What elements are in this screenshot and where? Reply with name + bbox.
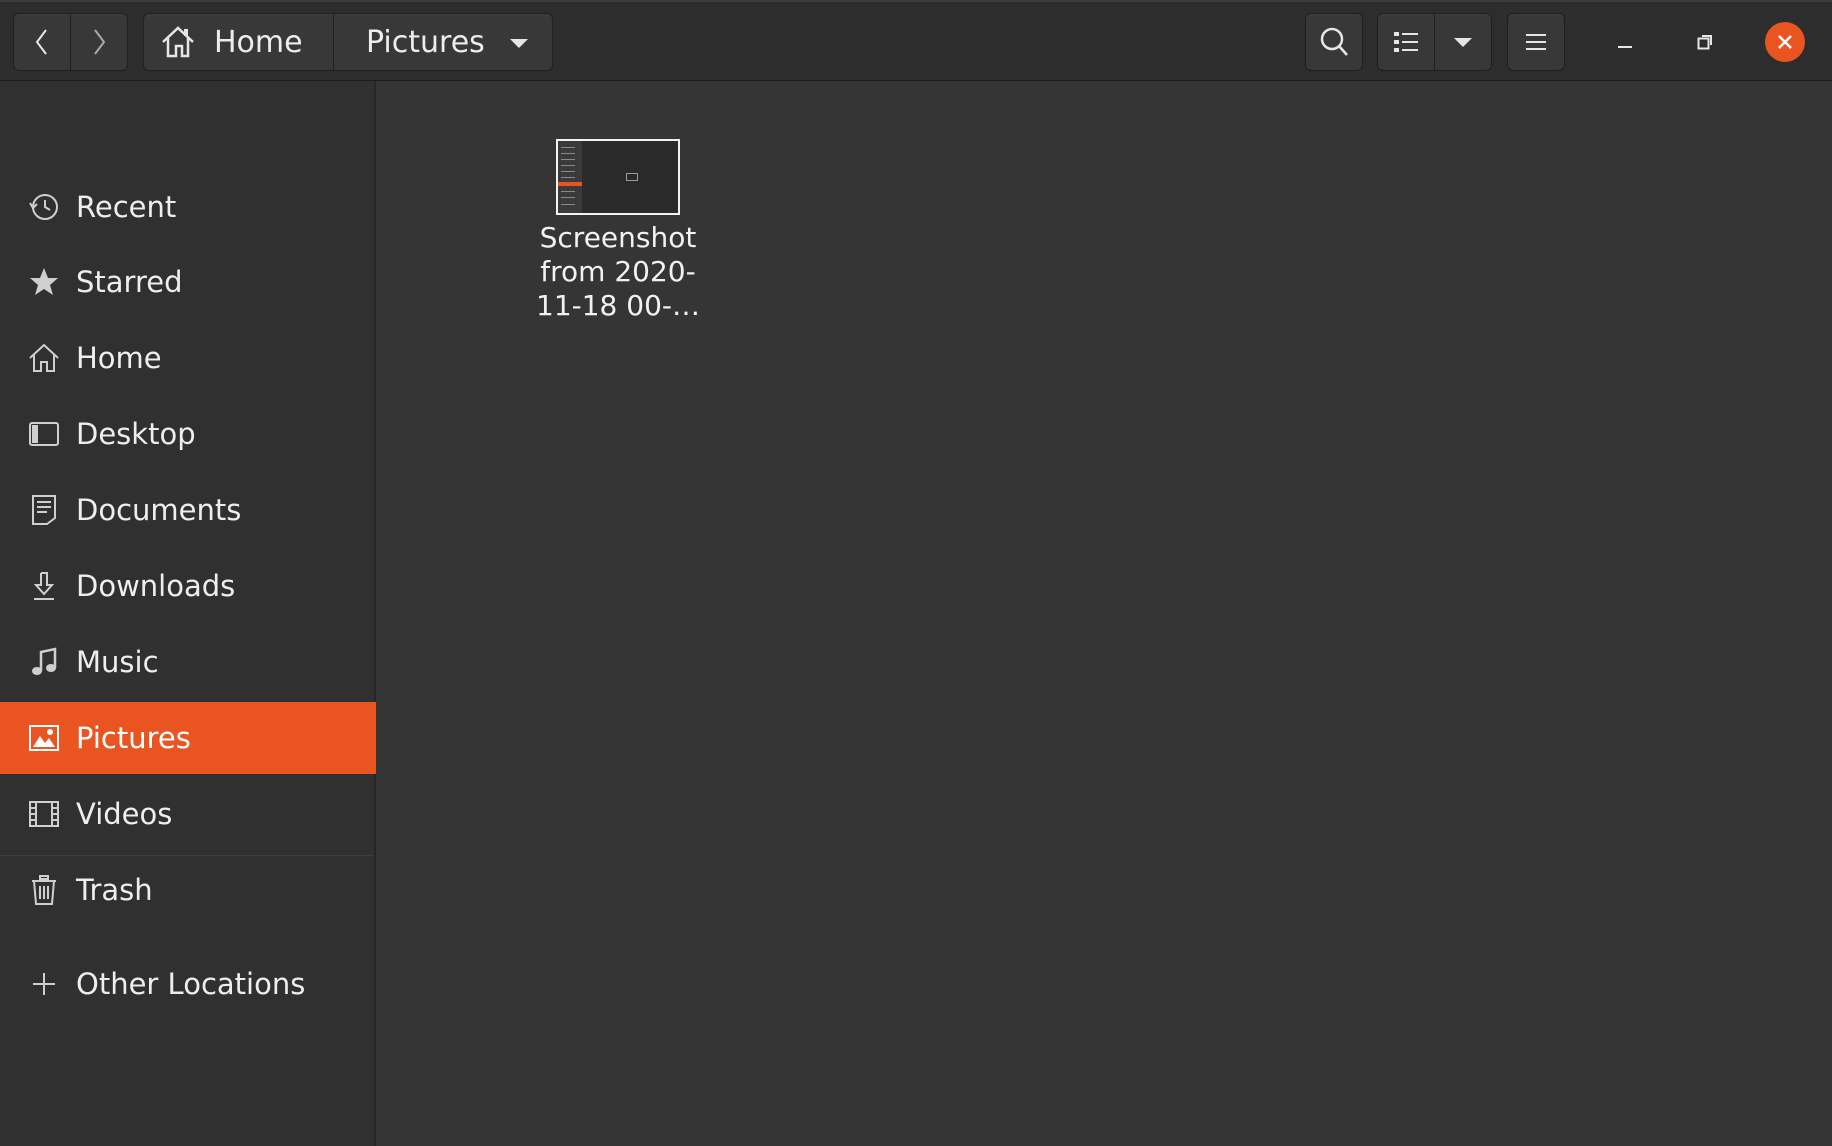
forward-button[interactable]	[70, 13, 128, 71]
sidebar-item-downloads[interactable]: Downloads	[0, 550, 376, 622]
maximize-button[interactable]	[1685, 22, 1725, 62]
breadcrumb-pictures[interactable]: Pictures	[333, 13, 553, 71]
image-thumbnail	[556, 139, 680, 215]
thumbnail-line	[561, 197, 575, 198]
sidebar-item-recent[interactable]: Recent	[0, 171, 376, 243]
breadcrumb-current-label: Pictures	[366, 24, 485, 60]
back-button[interactable]	[13, 13, 71, 71]
sidebar-item-label: Starred	[76, 265, 183, 299]
sidebar-item-label: Home	[76, 341, 162, 375]
list-view-button[interactable]	[1377, 13, 1435, 71]
sidebar-item-label: Pictures	[76, 721, 191, 755]
sidebar-item-label: Recent	[76, 190, 177, 224]
file-name: Screenshot from 2020-11-18 00-…	[536, 221, 700, 322]
thumbnail-line	[561, 191, 575, 192]
dropdown-arrow-icon	[510, 39, 528, 48]
header-bar: Home Pictures	[0, 0, 1832, 81]
downloads-icon	[33, 572, 55, 600]
sidebar-item-videos[interactable]: Videos	[0, 778, 376, 850]
sidebar-item-label: Desktop	[76, 417, 196, 451]
sidebar-item-music[interactable]: Music	[0, 626, 376, 698]
sidebar-item-home[interactable]: Home	[0, 322, 376, 394]
search-icon	[1320, 27, 1348, 56]
thumbnail-line	[561, 159, 575, 160]
home-icon	[162, 26, 194, 58]
plus-icon	[33, 973, 55, 995]
breadcrumb-home[interactable]: Home	[143, 13, 334, 71]
sidebar-item-label: Music	[76, 645, 159, 679]
menu-button[interactable]	[1507, 13, 1565, 71]
sidebar-item-label: Documents	[76, 493, 242, 527]
star-icon	[30, 268, 58, 295]
file-view[interactable]: Screenshot from 2020-11-18 00-…	[376, 81, 1832, 1146]
music-icon	[32, 647, 57, 675]
documents-icon	[32, 495, 56, 525]
sidebar: Recent Starred Home Desktop Documents Do…	[0, 81, 376, 1146]
sidebar-item-label: Other Locations	[76, 967, 306, 1001]
pictures-icon	[29, 725, 59, 751]
home-icon	[29, 343, 59, 372]
sidebar-item-starred[interactable]: Starred	[0, 246, 376, 318]
sidebar-item-label: Downloads	[76, 569, 236, 603]
search-button[interactable]	[1305, 13, 1363, 71]
minimize-icon	[1618, 46, 1632, 48]
thumbnail-line	[561, 165, 575, 166]
hamburger-menu-icon	[1526, 34, 1546, 50]
restore-icon	[1697, 35, 1712, 50]
thumbnail-line	[561, 177, 575, 178]
thumbnail-line	[561, 153, 575, 154]
minimize-button[interactable]	[1605, 22, 1645, 62]
chevron-down-icon	[1454, 38, 1472, 47]
thumbnail-line	[561, 204, 575, 205]
sidebar-item-other-locations[interactable]: Other Locations	[0, 948, 376, 1020]
thumbnail-active-row	[558, 182, 582, 186]
sidebar-item-label: Videos	[76, 797, 173, 831]
view-options-button[interactable]	[1434, 13, 1492, 71]
sidebar-separator	[0, 855, 374, 856]
file-manager-window: Home Pictures Recent Starred Home Deskto…	[0, 0, 1832, 1146]
sidebar-item-label: Trash	[76, 873, 153, 907]
close-icon	[1778, 35, 1792, 49]
thumbnail-line	[561, 147, 575, 148]
close-button[interactable]	[1765, 22, 1805, 62]
chevron-left-icon	[35, 29, 47, 55]
chevron-right-icon	[94, 29, 106, 55]
sidebar-item-pictures[interactable]: Pictures	[0, 702, 376, 774]
thumbnail-folder	[626, 173, 638, 181]
sidebar-item-trash[interactable]: Trash	[0, 854, 376, 926]
trash-icon	[32, 875, 56, 905]
list-view-icon	[1394, 32, 1418, 52]
sidebar-item-documents[interactable]: Documents	[0, 474, 376, 546]
sidebar-item-desktop[interactable]: Desktop	[0, 398, 376, 470]
recent-icon	[29, 194, 58, 220]
desktop-icon	[29, 422, 59, 446]
breadcrumb-home-label: Home	[214, 24, 303, 60]
thumbnail-line	[561, 171, 575, 172]
file-item[interactable]: Screenshot from 2020-11-18 00-…	[456, 139, 700, 339]
videos-icon	[29, 801, 59, 827]
